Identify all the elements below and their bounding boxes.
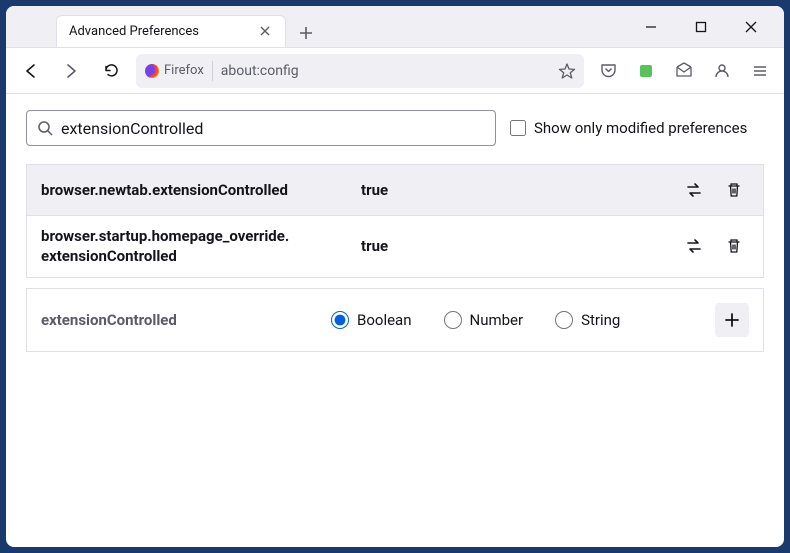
preference-name: browser.startup.homepage_override. exten… [41, 226, 361, 267]
close-window-button[interactable] [730, 10, 772, 44]
toggle-button[interactable] [679, 231, 709, 261]
new-tab-button[interactable] [292, 19, 320, 47]
checkbox-label-text: Show only modified preferences [534, 119, 747, 137]
menu-button[interactable] [746, 57, 774, 85]
window-controls [618, 10, 784, 44]
forward-button[interactable] [56, 56, 86, 86]
create-name: extensionControlled [41, 311, 331, 329]
add-button[interactable] [715, 303, 749, 337]
type-number-radio[interactable]: Number [444, 311, 524, 329]
show-modified-checkbox-label[interactable]: Show only modified preferences [510, 119, 747, 137]
delete-button[interactable] [719, 175, 749, 205]
minimize-button[interactable] [630, 10, 672, 44]
account-icon[interactable] [708, 57, 736, 85]
preference-row[interactable]: browser.newtab.extensionControlled true [27, 165, 763, 216]
divider [212, 61, 213, 81]
search-icon [37, 120, 53, 136]
navigation-toolbar: Firefox about:config [6, 48, 784, 94]
type-string-radio[interactable]: String [555, 311, 620, 329]
identity-label: Firefox [164, 63, 204, 78]
search-box[interactable] [26, 110, 496, 146]
content-area: Show only modified preferences browser.n… [6, 94, 784, 547]
extension-icon[interactable] [632, 57, 660, 85]
bookmark-star-icon[interactable] [558, 62, 576, 80]
search-row: Show only modified preferences [26, 110, 764, 146]
preference-row[interactable]: browser.startup.homepage_override. exten… [27, 216, 763, 277]
tab-strip: Advanced Preferences [6, 6, 618, 47]
search-input[interactable] [61, 119, 485, 138]
toggle-button[interactable] [679, 175, 709, 205]
url-text: about:config [221, 63, 550, 79]
firefox-logo-icon [144, 63, 160, 79]
create-preference-row: extensionControlled Boolean Number Strin… [26, 288, 764, 352]
preference-value: true [361, 237, 679, 255]
show-modified-checkbox[interactable] [510, 120, 526, 136]
identity-box[interactable]: Firefox [144, 63, 204, 79]
preference-name: browser.newtab.extensionControlled [41, 180, 361, 200]
window: Advanced Preferences Firefox about [6, 6, 784, 547]
delete-button[interactable] [719, 231, 749, 261]
preference-value: true [361, 181, 679, 199]
maximize-button[interactable] [680, 10, 722, 44]
type-boolean-radio[interactable]: Boolean [331, 311, 412, 329]
tab-active[interactable]: Advanced Preferences [56, 15, 286, 47]
pocket-icon[interactable] [594, 57, 622, 85]
url-bar[interactable]: Firefox about:config [136, 54, 584, 88]
type-radio-group: Boolean Number String [331, 311, 715, 329]
preference-actions [679, 175, 749, 205]
preferences-list: browser.newtab.extensionControlled true … [26, 164, 764, 278]
back-button[interactable] [16, 56, 46, 86]
reload-button[interactable] [96, 56, 126, 86]
titlebar: Advanced Preferences [6, 6, 784, 48]
close-icon[interactable] [259, 25, 273, 39]
inbox-icon[interactable] [670, 57, 698, 85]
tab-title: Advanced Preferences [69, 24, 199, 39]
preference-actions [679, 231, 749, 261]
